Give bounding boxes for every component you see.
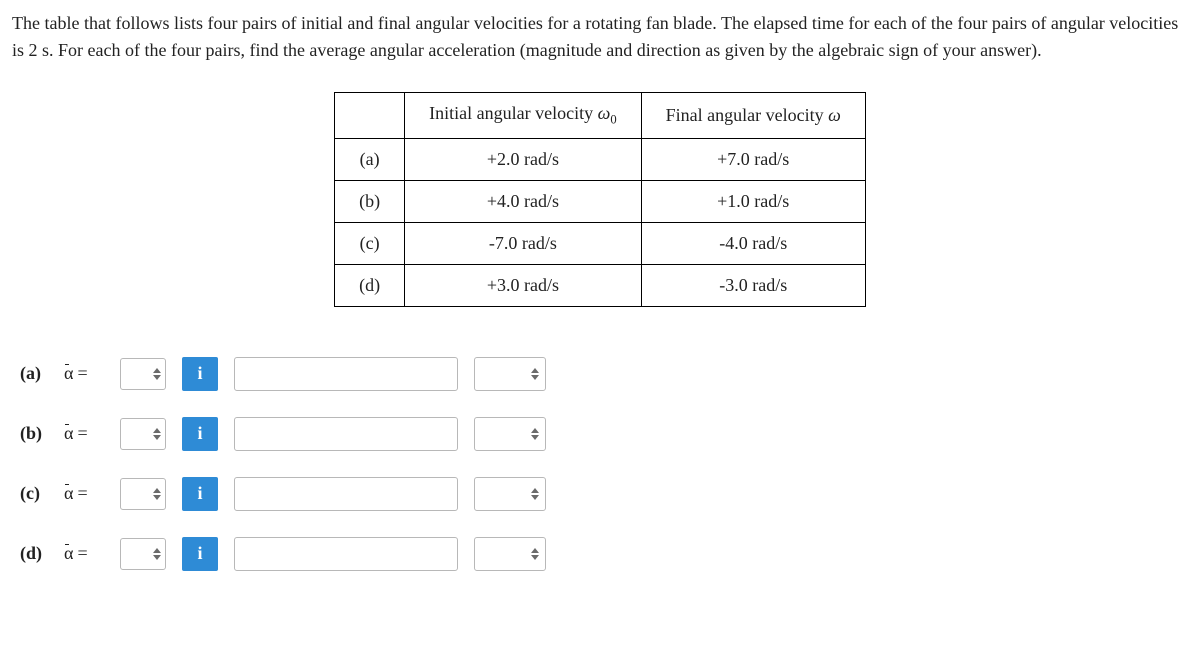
alpha-equals: α = [64,363,104,384]
sign-stepper[interactable] [120,478,166,510]
unit-stepper[interactable] [474,417,546,451]
table-row: (b) +4.0 rad/s +1.0 rad/s [335,180,866,222]
stepper-arrows-icon [153,428,161,440]
row-label: (a) [335,138,405,180]
stepper-arrows-icon [153,548,161,560]
cell-initial: -7.0 rad/s [405,222,641,264]
stepper-arrows-icon [531,428,539,440]
cell-initial: +3.0 rad/s [405,264,641,306]
problem-statement: The table that follows lists four pairs … [12,10,1188,64]
cell-final: +7.0 rad/s [641,138,865,180]
alpha-equals: α = [64,423,104,444]
part-label: (c) [20,483,48,504]
unit-stepper[interactable] [474,357,546,391]
col-header-final: Final angular velocity ω [641,93,865,139]
answer-row-d: (d) α = i [20,537,1188,571]
stepper-arrows-icon [531,368,539,380]
cell-final: -4.0 rad/s [641,222,865,264]
row-label: (d) [335,264,405,306]
table-row: (a) +2.0 rad/s +7.0 rad/s [335,138,866,180]
row-label: (c) [335,222,405,264]
table-row: (d) +3.0 rad/s -3.0 rad/s [335,264,866,306]
cell-initial: +4.0 rad/s [405,180,641,222]
cell-final: -3.0 rad/s [641,264,865,306]
value-input[interactable] [234,417,458,451]
answer-row-c: (c) α = i [20,477,1188,511]
data-table: Initial angular velocity ω0 Final angula… [334,92,866,307]
row-label: (b) [335,180,405,222]
alpha-equals: α = [64,483,104,504]
value-input[interactable] [234,477,458,511]
info-button[interactable]: i [182,357,218,391]
value-input[interactable] [234,357,458,391]
info-button[interactable]: i [182,477,218,511]
answer-row-b: (b) α = i [20,417,1188,451]
unit-stepper[interactable] [474,537,546,571]
sign-stepper[interactable] [120,538,166,570]
stepper-arrows-icon [531,548,539,560]
table-row: (c) -7.0 rad/s -4.0 rad/s [335,222,866,264]
sign-stepper[interactable] [120,358,166,390]
info-button[interactable]: i [182,417,218,451]
answer-row-a: (a) α = i [20,357,1188,391]
stepper-arrows-icon [153,488,161,500]
table-corner [335,93,405,139]
part-label: (b) [20,423,48,444]
part-label: (a) [20,363,48,384]
value-input[interactable] [234,537,458,571]
cell-final: +1.0 rad/s [641,180,865,222]
cell-initial: +2.0 rad/s [405,138,641,180]
part-label: (d) [20,543,48,564]
info-button[interactable]: i [182,537,218,571]
sign-stepper[interactable] [120,418,166,450]
stepper-arrows-icon [531,488,539,500]
stepper-arrows-icon [153,368,161,380]
col-header-initial: Initial angular velocity ω0 [405,93,641,139]
alpha-equals: α = [64,543,104,564]
answers-section: (a) α = i (b) α = i (c) α = [12,357,1188,571]
unit-stepper[interactable] [474,477,546,511]
